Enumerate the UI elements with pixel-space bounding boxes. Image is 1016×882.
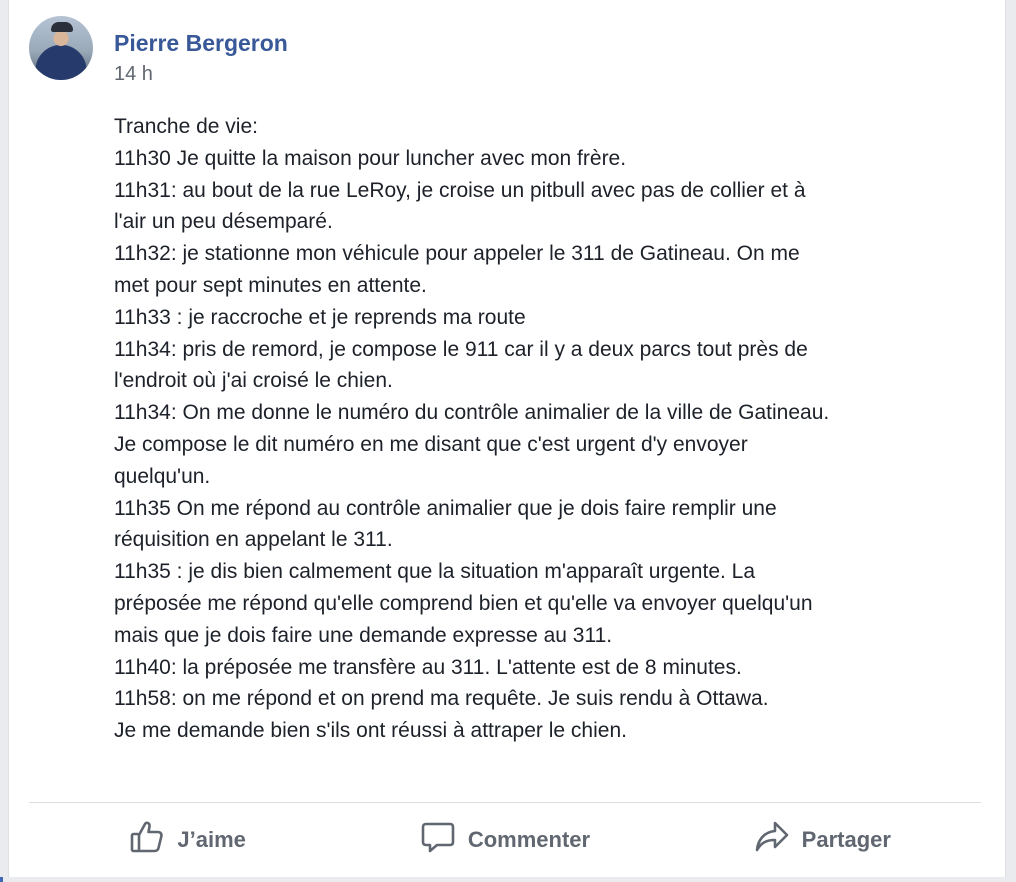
post-line: mais que je dois faire une demande expre…	[114, 623, 613, 647]
like-label: J’aime	[177, 827, 246, 852]
post-line: l'endroit où j'ai croisé le chien.	[114, 369, 393, 393]
comment-button[interactable]: Commenter	[346, 814, 663, 866]
post-line: 11h31: au bout de la rue LeRoy, je crois…	[114, 178, 806, 202]
comment-label: Commenter	[467, 827, 591, 852]
avatar-cap	[51, 22, 73, 32]
share-label: Partager	[801, 827, 891, 852]
post-line: Je me demande bien s'ils ont réussi à at…	[114, 719, 627, 743]
post-line: 11h35 On me répond au contrôle animalier…	[114, 496, 777, 520]
post-actions-bar: J’aime Commenter Partager	[29, 814, 981, 866]
post-line: 11h34: pris de remord, je compose le 911…	[114, 337, 808, 361]
post-text: Tranche de vie: 11h30 Je quitte la maiso…	[114, 111, 994, 747]
post-line: 11h40: la préposée me transfère au 311. …	[114, 655, 742, 679]
like-button[interactable]: J’aime	[29, 814, 346, 866]
post-timestamp[interactable]: 14 h	[114, 63, 153, 86]
post-line: Tranche de vie:	[114, 115, 258, 138]
next-post-edge	[0, 877, 1016, 882]
post-card: Pierre Bergeron 14 h Tranche de vie: 11h…	[8, 0, 1006, 880]
scroll-indicator	[0, 877, 3, 882]
post-line: Je compose le dit numéro en me disant qu…	[114, 432, 748, 456]
post-line: l'air un peu désemparé.	[114, 210, 333, 234]
post-line: 11h33 : je raccroche et je reprends ma r…	[114, 305, 526, 329]
actions-divider	[29, 802, 981, 803]
post-line: 11h32: je stationne mon véhicule pour ap…	[114, 242, 800, 266]
speech-bubble-icon	[420, 819, 456, 861]
post-line: préposée me répond qu'elle comprend bien…	[114, 591, 813, 615]
share-arrow-icon	[754, 819, 790, 861]
post-line: 11h34: On me donne le numéro du contrôle…	[114, 401, 830, 425]
post-line: quelqu'un.	[114, 464, 211, 488]
thumbs-up-icon	[129, 819, 165, 861]
post-line: réquisition en appelant le 311.	[114, 528, 393, 552]
post-line: 11h30 Je quitte la maison pour luncher a…	[114, 146, 627, 170]
post-line: met pour sept minutes en attente.	[114, 273, 427, 297]
page: Pierre Bergeron 14 h Tranche de vie: 11h…	[0, 0, 1016, 882]
share-button[interactable]: Partager	[664, 814, 981, 866]
author-avatar[interactable]	[29, 16, 93, 80]
author-name-link[interactable]: Pierre Bergeron	[114, 30, 288, 57]
post-line: 11h58: on me répond et on prend ma requê…	[114, 687, 769, 711]
post-line: 11h35 : je dis bien calmement que la sit…	[114, 560, 756, 584]
